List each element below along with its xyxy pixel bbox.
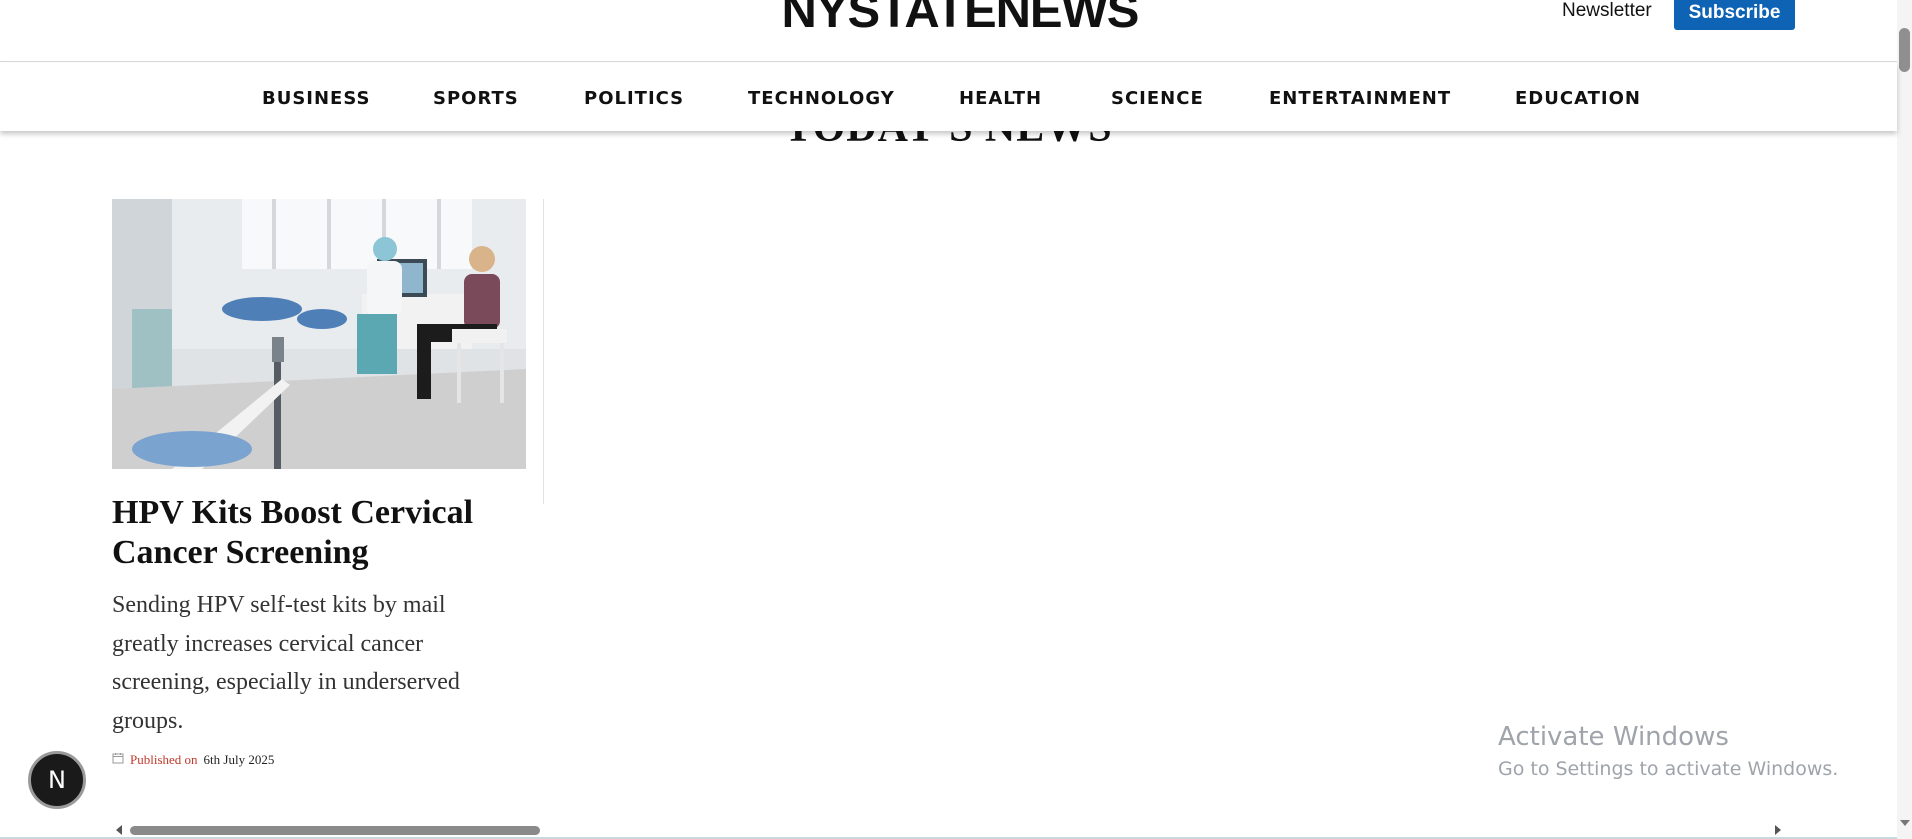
article-summary: Sending HPV self-test kits by mail great…: [112, 592, 460, 734]
scroll-right-arrow-icon[interactable]: [1775, 825, 1781, 835]
published-label: Published on: [130, 752, 198, 767]
nav-item-education[interactable]: EDUCATION: [1515, 88, 1641, 109]
newsletter-link[interactable]: Newsletter: [1562, 0, 1652, 22]
published-date: 6th July 2025: [203, 752, 275, 767]
nav-item-business[interactable]: BUSINESS: [262, 88, 370, 109]
category-nav: BUSINESS SPORTS POLITICS TECHNOLOGY HEAL…: [0, 63, 1897, 131]
site-logo[interactable]: NYSTATENEWS: [782, 0, 1140, 39]
article-meta: Published on 6th July 2025: [112, 752, 274, 768]
nav-item-sports[interactable]: SPORTS: [433, 88, 519, 109]
card-divider: [543, 199, 544, 504]
floating-n-button[interactable]: N: [28, 751, 86, 809]
subscribe-button[interactable]: Subscribe: [1674, 0, 1795, 30]
nav-item-science[interactable]: SCIENCE: [1111, 88, 1204, 109]
nav-item-health[interactable]: HEALTH: [959, 88, 1042, 109]
calendar-icon: [112, 752, 124, 768]
vertical-scroll-thumb[interactable]: [1899, 28, 1910, 72]
nav-item-technology[interactable]: TECHNOLOGY: [748, 88, 895, 109]
nav-item-politics[interactable]: POLITICS: [584, 88, 684, 109]
horizontal-scrollbar[interactable]: [0, 820, 1897, 839]
activate-windows-watermark: Activate Windows Go to Settings to activ…: [1498, 722, 1838, 780]
watermark-title: Activate Windows: [1498, 722, 1729, 752]
scroll-left-arrow-icon[interactable]: [116, 825, 122, 835]
article-title[interactable]: HPV Kits Boost Cervical Cancer Screening: [112, 493, 512, 573]
article-image[interactable]: [112, 199, 526, 469]
horizontal-scroll-thumb[interactable]: [130, 826, 540, 835]
top-header: NYSTATENEWS Newsletter Subscribe: [0, 0, 1897, 62]
scroll-down-arrow-icon[interactable]: [1900, 820, 1910, 826]
watermark-subtitle: Go to Settings to activate Windows.: [1498, 758, 1839, 780]
nav-item-entertainment[interactable]: ENTERTAINMENT: [1269, 88, 1451, 109]
vertical-scrollbar[interactable]: [1897, 0, 1912, 839]
